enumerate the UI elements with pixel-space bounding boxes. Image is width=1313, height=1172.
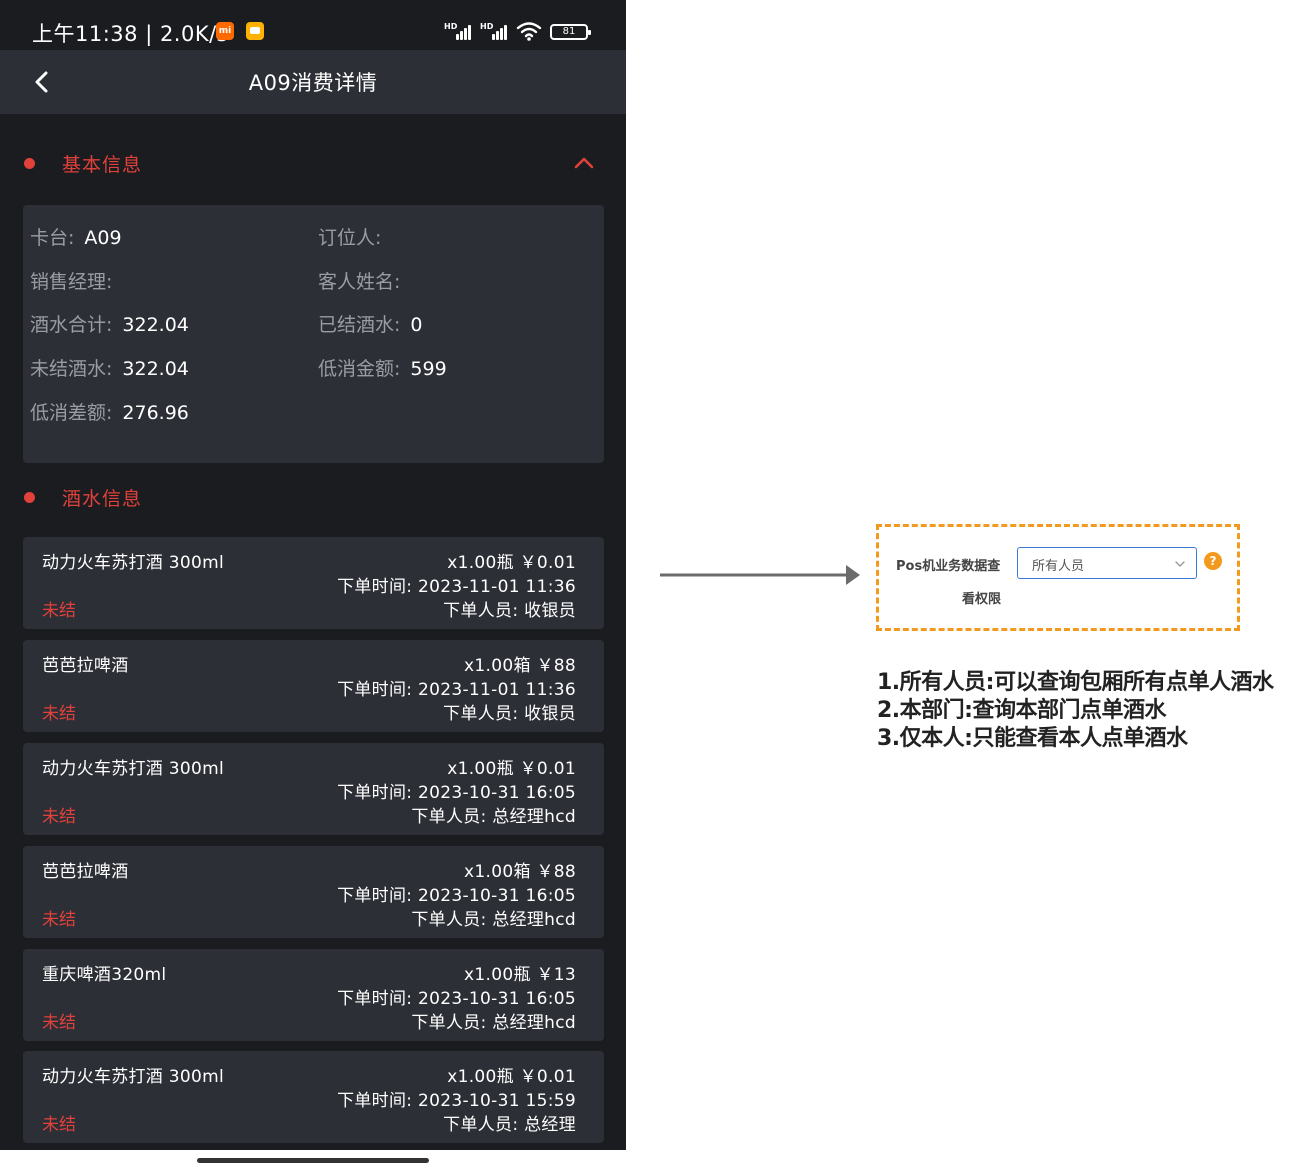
drink-quantity-price: x1.00箱 ￥88 bbox=[464, 656, 576, 676]
info-field-drinks-total: 酒水合计: 322.04 bbox=[30, 310, 189, 337]
chevron-up-icon[interactable] bbox=[572, 151, 596, 175]
note-line: 3.仅本人:只能查看本人点单酒水 bbox=[877, 726, 1188, 751]
nav-bar: A09消费详情 bbox=[0, 50, 626, 114]
drink-status: 未结 bbox=[42, 601, 76, 621]
drink-operator: 下单人员: 总经理hcd bbox=[411, 910, 576, 930]
drink-quantity-price: x1.00瓶 ￥0.01 bbox=[447, 553, 576, 573]
info-label: 已结酒水: bbox=[318, 314, 401, 336]
drink-quantity-price: x1.00瓶 ￥13 bbox=[464, 965, 576, 985]
info-field-min-spend: 低消金额: 599 bbox=[318, 354, 447, 381]
info-value: A09 bbox=[84, 227, 122, 249]
permission-select-value: 所有人员 bbox=[1032, 559, 1085, 574]
info-label: 未结酒水: bbox=[30, 358, 113, 380]
permission-setting-callout: Pos机业务数据查 看权限 所有人员 ? bbox=[876, 524, 1240, 631]
info-label: 销售经理: bbox=[30, 271, 113, 293]
info-field-guest-name: 客人姓名: bbox=[318, 267, 410, 294]
home-indicator[interactable] bbox=[197, 1158, 429, 1163]
page-title: A09消费详情 bbox=[248, 71, 378, 95]
drink-quantity-price: x1.00箱 ￥88 bbox=[464, 862, 576, 882]
drink-operator: 下单人员: 总经理 bbox=[443, 1115, 576, 1135]
drink-list-item[interactable]: 动力火车苏打酒 300ml x1.00瓶 ￥0.01 下单时间: 2023-11… bbox=[23, 537, 604, 629]
info-value: 322.04 bbox=[122, 358, 189, 380]
basic-info-header[interactable]: 基本信息 bbox=[0, 143, 626, 183]
drink-list-item[interactable]: 芭芭拉啤酒 x1.00箱 ￥88 下单时间: 2023-10-31 16:05 … bbox=[23, 846, 604, 938]
info-value: 276.96 bbox=[122, 402, 189, 424]
help-icon[interactable]: ? bbox=[1204, 552, 1222, 570]
info-field-booker: 订位人: bbox=[318, 223, 391, 250]
drink-order-time: 下单时间: 2023-10-31 15:59 bbox=[337, 1091, 576, 1111]
permission-label-continued: 看权限 bbox=[962, 592, 1002, 607]
info-value: 599 bbox=[410, 358, 447, 380]
info-label: 客人姓名: bbox=[318, 271, 401, 293]
drink-order-time: 下单时间: 2023-10-31 16:05 bbox=[337, 783, 576, 803]
drink-list-item[interactable]: 重庆啤酒320ml x1.00瓶 ￥13 下单时间: 2023-10-31 16… bbox=[23, 949, 604, 1041]
drink-name: 芭芭拉啤酒 bbox=[42, 656, 129, 676]
drink-status: 未结 bbox=[42, 807, 76, 827]
section-dot-icon bbox=[24, 492, 35, 503]
drink-operator: 下单人员: 总经理hcd bbox=[411, 807, 576, 827]
drink-status: 未结 bbox=[42, 704, 76, 724]
permission-scope-select[interactable]: 所有人员 bbox=[1017, 547, 1197, 579]
drink-list-item[interactable]: 动力火车苏打酒 300ml x1.00瓶 ￥0.01 下单时间: 2023-10… bbox=[23, 1051, 604, 1143]
drink-order-time: 下单时间: 2023-11-01 11:36 bbox=[337, 680, 576, 700]
mi-app-icon: mi bbox=[216, 22, 234, 40]
info-label: 低消金额: bbox=[318, 358, 401, 380]
signal-hd-tag: HD bbox=[444, 22, 458, 31]
battery-indicator: 81 bbox=[550, 24, 591, 40]
signal-hd-tag-2: HD bbox=[480, 22, 494, 31]
drink-list-item[interactable]: 芭芭拉啤酒 x1.00箱 ￥88 下单时间: 2023-11-01 11:36 … bbox=[23, 640, 604, 732]
drink-name: 芭芭拉啤酒 bbox=[42, 862, 129, 882]
drinks-info-title: 酒水信息 bbox=[62, 488, 143, 510]
drink-order-time: 下单时间: 2023-10-31 16:05 bbox=[337, 989, 576, 1009]
screenshot-stage: 上午11:38 | 2.0K/s mi HD HD 81 A09消费详情 基本信… bbox=[0, 0, 1313, 1172]
drink-name: 动力火车苏打酒 300ml bbox=[42, 1067, 225, 1087]
note-line: 1.所有人员:可以查询包厢所有点单人酒水 bbox=[877, 670, 1274, 695]
info-value: 322.04 bbox=[122, 314, 189, 336]
message-icon bbox=[246, 22, 264, 40]
info-field-settled-drinks: 已结酒水: 0 bbox=[318, 310, 423, 337]
basic-info-card: 卡台: A09 订位人: 销售经理: 客人姓名: 酒水合计: 322.04 已结酒水… bbox=[23, 205, 604, 463]
info-label: 酒水合计: bbox=[30, 314, 113, 336]
chevron-down-icon bbox=[1175, 561, 1185, 567]
drink-order-time: 下单时间: 2023-11-01 11:36 bbox=[337, 577, 576, 597]
signal-icon: HD bbox=[444, 22, 472, 40]
info-label: 订位人: bbox=[318, 227, 382, 249]
drink-quantity-price: x1.00瓶 ￥0.01 bbox=[447, 1067, 576, 1087]
drink-name: 动力火车苏打酒 300ml bbox=[42, 759, 225, 779]
info-value: 0 bbox=[410, 314, 423, 336]
info-field-sales-manager: 销售经理: bbox=[30, 267, 122, 294]
info-field-min-spend-diff: 低消差额: 276.96 bbox=[30, 398, 189, 425]
arrow-right-icon bbox=[660, 565, 860, 585]
info-label: 卡台: bbox=[30, 227, 75, 249]
drink-operator: 下单人员: 收银员 bbox=[443, 704, 576, 724]
drink-status: 未结 bbox=[42, 1013, 76, 1033]
drink-status: 未结 bbox=[42, 1115, 76, 1135]
status-time: 上午11:38 | 2.0K/s bbox=[32, 22, 229, 46]
info-field-table: 卡台: A09 bbox=[30, 223, 122, 250]
drinks-info-header: 酒水信息 bbox=[0, 477, 626, 517]
drink-operator: 下单人员: 收银员 bbox=[443, 601, 576, 621]
drink-status: 未结 bbox=[42, 910, 76, 930]
drink-name: 动力火车苏打酒 300ml bbox=[42, 553, 225, 573]
info-label: 低消差额: bbox=[30, 402, 113, 424]
drink-quantity-price: x1.00瓶 ￥0.01 bbox=[447, 759, 576, 779]
permission-notes: 1.所有人员:可以查询包厢所有点单人酒水 2.本部门:查询本部门点单酒水 3.仅… bbox=[877, 669, 1313, 753]
phone-screen: 上午11:38 | 2.0K/s mi HD HD 81 A09消费详情 基本信… bbox=[0, 0, 626, 1150]
status-bar: 上午11:38 | 2.0K/s mi HD HD 81 bbox=[0, 0, 626, 50]
info-field-unsettled-drinks: 未结酒水: 322.04 bbox=[30, 354, 189, 381]
note-line: 2.本部门:查询本部门点单酒水 bbox=[877, 698, 1166, 723]
basic-info-title: 基本信息 bbox=[62, 154, 143, 176]
section-dot-icon bbox=[24, 158, 35, 169]
drink-operator: 下单人员: 总经理hcd bbox=[411, 1013, 576, 1033]
wifi-icon bbox=[516, 22, 542, 41]
drink-list-item[interactable]: 动力火车苏打酒 300ml x1.00瓶 ￥0.01 下单时间: 2023-10… bbox=[23, 743, 604, 835]
drink-name: 重庆啤酒320ml bbox=[42, 965, 167, 985]
permission-label: Pos机业务数据查 bbox=[896, 559, 1001, 574]
signal-icon-2: HD bbox=[480, 22, 508, 40]
drink-order-time: 下单时间: 2023-10-31 16:05 bbox=[337, 886, 576, 906]
